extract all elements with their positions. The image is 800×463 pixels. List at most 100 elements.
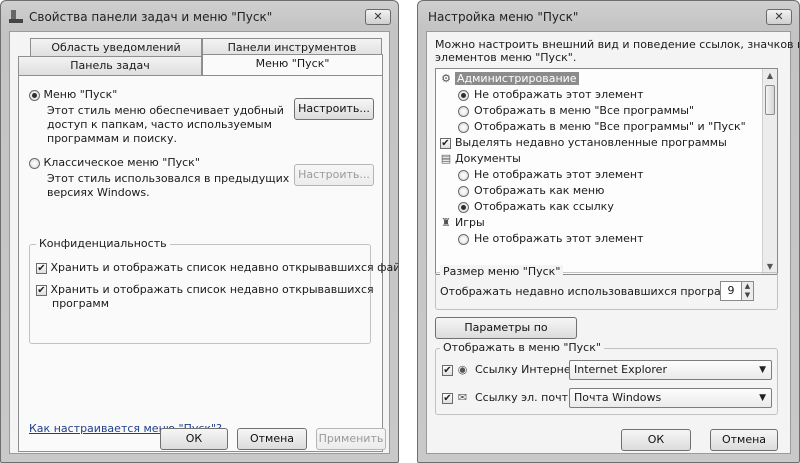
list-item-radio-option[interactable]: Не отображать этот элемент (458, 167, 644, 182)
internet-browser-select[interactable]: Internet Explorer ▼ (569, 360, 772, 380)
option-radio[interactable] (458, 201, 469, 213)
list-scrollbar[interactable]: ▲ ▼ (762, 69, 777, 274)
scroll-up-icon[interactable]: ▲ (763, 69, 777, 83)
list-item-label: Отображать в меню "Все программы" (474, 104, 694, 117)
customize-start-menu-dialog: Настройка меню "Пуск" ✕ Можно настроить … (417, 0, 800, 463)
chevron-down-icon: ▼ (759, 365, 766, 375)
start-menu-desc-line: программам и поиску. (47, 132, 177, 145)
list-item-checkbox-option[interactable]: ✔ Выделять недавно установленные программ… (440, 135, 727, 150)
list-item-label: Игры (455, 216, 485, 229)
internet-link-checkbox[interactable]: ✔ (442, 364, 453, 376)
recent-programs-checkbox-row[interactable]: ✔ Хранить и отображать список недавно от… (36, 283, 374, 296)
classic-menu-desc-line: Этот стиль использовался в предыдущих (47, 172, 290, 185)
scroll-thumb[interactable] (765, 85, 775, 115)
recent-programs-count-stepper[interactable]: ▲ ▼ (741, 281, 754, 301)
recent-programs-label-line2: программ (52, 297, 110, 310)
option-radio[interactable] (458, 169, 469, 181)
recent-files-checkbox[interactable]: ✔ (36, 262, 47, 274)
option-radio[interactable] (458, 185, 469, 197)
configure-button[interactable]: Настроить... (294, 98, 374, 120)
classic-menu-radio-row[interactable]: Классическое меню "Пуск" (29, 156, 200, 169)
intro-line: элементов меню "Пуск". (435, 51, 577, 64)
email-link-label: Ссылку эл. почты: (475, 391, 581, 404)
email-client-select[interactable]: Почта Windows ▼ (569, 388, 772, 408)
list-item-radio-option[interactable]: Не отображать этот элемент (458, 231, 644, 246)
cancel-button[interactable]: Отмена (237, 428, 307, 450)
privacy-group-title: Конфиденциальность (36, 237, 170, 250)
internet-browser-value: Internet Explorer (574, 363, 667, 376)
internet-link-checkbox-row[interactable]: ✔ ◉ Ссылку Интернета: (442, 363, 588, 376)
classic-menu-radio[interactable] (29, 157, 40, 169)
close-button[interactable]: ✕ (365, 9, 391, 25)
cancel-button[interactable]: Отмена (710, 429, 778, 451)
ok-button[interactable]: ОК (621, 429, 691, 451)
classic-menu-desc-line: версиях Windows. (47, 186, 150, 199)
list-item-label: Не отображать этот элемент (474, 232, 644, 245)
list-item-radio-option[interactable]: Отображать как меню (458, 183, 604, 198)
email-link-checkbox[interactable]: ✔ (442, 392, 453, 404)
recent-files-checkbox-row[interactable]: ✔ Хранить и отображать список недавно от… (36, 261, 399, 274)
configure-classic-button[interactable]: Настроить... (294, 164, 374, 186)
option-radio[interactable] (458, 233, 469, 245)
stepper-down-icon[interactable]: ▼ (742, 291, 753, 300)
recent-programs-checkbox[interactable]: ✔ (36, 284, 47, 296)
list-item-label: Отображать как меню (474, 184, 605, 197)
option-radio[interactable] (458, 105, 469, 117)
start-menu-desc-line: доступ к папкам, часто используемым (47, 118, 272, 131)
privacy-group: Конфиденциальность ✔ Хранить и отображат… (29, 237, 398, 344)
list-item-label: Не отображать этот элемент (474, 168, 644, 181)
internet-icon: ◉ (457, 363, 468, 376)
title-bar[interactable]: Свойства панели задач и меню "Пуск" ✕ (1, 1, 398, 31)
stepper-up-icon[interactable]: ▲ (742, 282, 753, 291)
menu-size-group-title: Размер меню "Пуск" (440, 265, 564, 278)
games-icon: ♜ (441, 216, 451, 229)
list-item-radio-option[interactable]: Отображать в меню "Все программы" и "Пус… (458, 119, 746, 134)
documents-icon: ▤ (440, 152, 452, 165)
list-item-label: Отображать как ссылку (474, 200, 614, 213)
email-icon: ✉ (457, 391, 468, 404)
intro-line: Можно настроить внешний вид и поведение … (435, 38, 800, 51)
tab-taskbar[interactable]: Панель задач (18, 56, 202, 75)
admin-icon: ⚙ (441, 72, 451, 85)
recent-programs-count-input[interactable]: 9 (720, 281, 742, 301)
recent-programs-label: Хранить и отображать список недавно откр… (50, 283, 374, 296)
defaults-button[interactable]: Параметры по умолчанию (435, 317, 577, 354)
option-radio[interactable] (458, 121, 469, 133)
tab-start-menu[interactable]: Меню "Пуск" (202, 54, 383, 76)
window-title: Свойства панели задач и меню "Пуск" (29, 10, 273, 24)
ok-button[interactable]: ОК (160, 428, 228, 450)
start-menu-radio[interactable] (29, 89, 40, 101)
option-checkbox[interactable]: ✔ (440, 137, 451, 149)
show-group-title: Отображать в меню "Пуск" (440, 341, 604, 354)
window-title: Настройка меню "Пуск" (428, 10, 579, 24)
close-button[interactable]: ✕ (766, 9, 792, 25)
title-bar[interactable]: Настройка меню "Пуск" ✕ (418, 1, 799, 31)
apply-button[interactable]: Применить (316, 428, 386, 450)
start-menu-radio-row[interactable]: Меню "Пуск" (29, 88, 117, 101)
classic-menu-radio-label: Классическое меню "Пуск" (43, 156, 200, 169)
start-menu-desc-line: Этот стиль меню обеспечивает удобный (47, 104, 284, 117)
list-item-category[interactable]: ⚙ Администрирование (440, 71, 579, 86)
start-menu-items-list[interactable]: ⚙ Администрирование Не отображать этот эле… (435, 68, 778, 275)
list-item-label: Документы (455, 152, 521, 165)
list-item-radio-option[interactable]: Отображать как ссылку (458, 199, 614, 214)
email-client-value: Почта Windows (574, 391, 662, 404)
list-item-label: Администрирование (455, 72, 579, 85)
start-menu-tab-panel: Меню "Пуск" Этот стиль меню обеспечивает… (18, 75, 398, 452)
list-item-category[interactable]: ▤ Документы (440, 151, 521, 166)
list-item-label: Выделять недавно установленные программы (455, 136, 727, 149)
dialog-client-area: Можно настроить внешний вид и поведение … (426, 31, 799, 454)
list-item-label: Не отображать этот элемент (474, 88, 644, 101)
list-item-radio-option[interactable]: Отображать в меню "Все программы" (458, 103, 694, 118)
list-item-category[interactable]: ♜ Игры (440, 215, 485, 230)
list-item-label: Отображать в меню "Все программы" и "Пус… (474, 120, 746, 133)
dialog-client-area: Область уведомлений Панели инструментов … (9, 31, 398, 454)
start-menu-radio-label: Меню "Пуск" (43, 88, 118, 101)
recent-files-label: Хранить и отображать список недавно откр… (50, 261, 399, 274)
email-link-checkbox-row[interactable]: ✔ ✉ Ссылку эл. почты: (442, 391, 580, 404)
taskbar-properties-dialog: Свойства панели задач и меню "Пуск" ✕ Об… (0, 0, 399, 463)
option-radio[interactable] (458, 89, 469, 101)
tab-notification-area[interactable]: Область уведомлений (30, 38, 202, 57)
menu-size-group: Размер меню "Пуск" Отображать недавно ис… (435, 265, 778, 310)
list-item-radio-option[interactable]: Не отображать этот элемент (458, 87, 644, 102)
